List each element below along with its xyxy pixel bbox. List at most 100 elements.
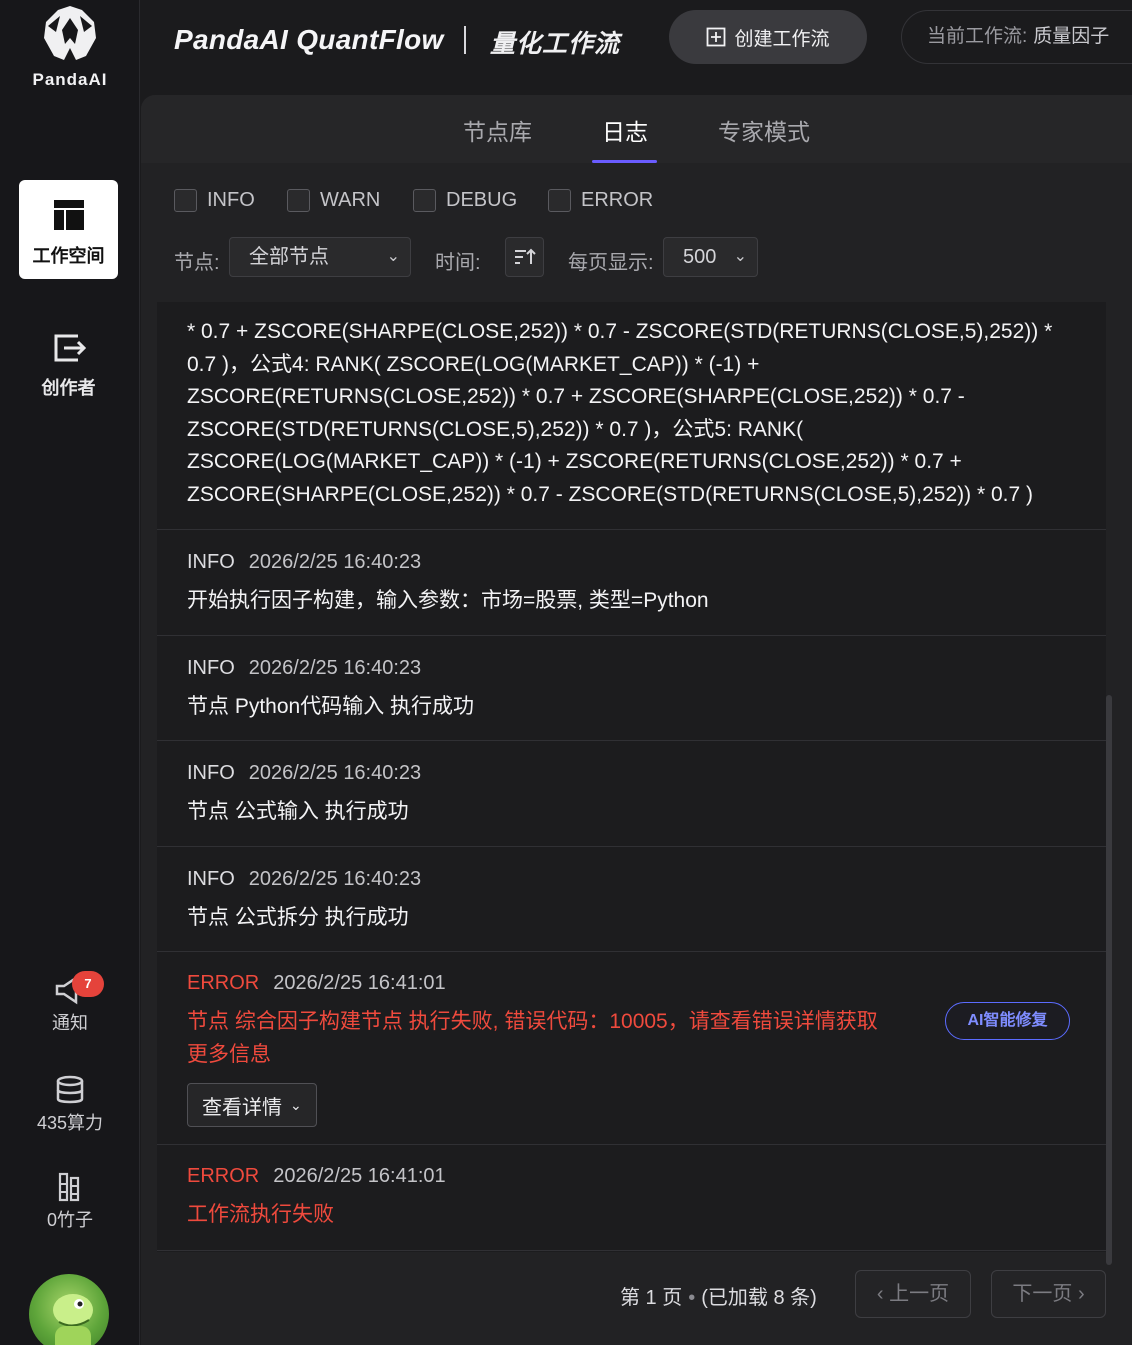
- nav-workspace[interactable]: 工作空间: [19, 180, 118, 279]
- filter-warn-checkbox[interactable]: WARN: [287, 189, 380, 212]
- nav-notify-label: 通知: [52, 1013, 88, 1033]
- chevron-down-icon: ⌄: [733, 248, 747, 265]
- log-level: INFO: [187, 656, 235, 679]
- log-entry: INFO 2026/2/25 16:40:23 节点 公式输入 执行成功: [157, 741, 1106, 847]
- log-entry-continued: * 0.7 + ZSCORE(SHARPE(CLOSE,252)) * 0.7 …: [157, 302, 1106, 530]
- nav-compute[interactable]: 435算力: [0, 1075, 140, 1135]
- next-page-button[interactable]: 下一页 ›: [991, 1270, 1106, 1318]
- pagination-info: 第 1 页 • (已加载 8 条): [620, 1281, 817, 1310]
- ai-fix-button[interactable]: AI智能修复: [945, 1002, 1070, 1040]
- log-message: 节点 公式输入 执行成功: [187, 800, 409, 823]
- chevron-down-icon: ⌄: [386, 248, 400, 265]
- nav-notify[interactable]: 7 通知: [0, 971, 140, 1035]
- bamboo-icon: [58, 1172, 80, 1202]
- page-size-value: 500: [683, 246, 717, 268]
- log-time: 2026/2/25 16:40:23: [248, 762, 422, 784]
- layout-icon: [53, 200, 84, 230]
- filter-info-label: INFO: [207, 189, 255, 211]
- node-select[interactable]: 全部节点 ⌄: [229, 237, 411, 277]
- title-divider: [464, 26, 466, 54]
- log-level: ERROR: [187, 972, 260, 994]
- node-filter-label: 节点:: [174, 252, 220, 274]
- filter-debug-checkbox[interactable]: DEBUG: [413, 189, 517, 212]
- log-scrollbar[interactable]: [1106, 695, 1112, 1265]
- app-title: PandaAI QuantFlow: [174, 24, 444, 55]
- log-entry: INFO 2026/2/25 16:40:23 节点 公式拆分 执行成功: [157, 846, 1106, 952]
- filter-warn-label: WARN: [320, 189, 381, 211]
- brand[interactable]: PandaAI: [0, 4, 140, 90]
- log-time: 2026/2/25 16:40:23: [248, 656, 422, 679]
- current-workflow[interactable]: 当前工作流: 质量因子: [901, 10, 1132, 64]
- log-filters: INFO WARN DEBUG ERROR 节点: 全部节点 ⌄ 时间: 每页显…: [141, 163, 1132, 303]
- log-time: 2026/2/25 16:40:23: [248, 551, 422, 573]
- filter-error-checkbox[interactable]: ERROR: [548, 189, 653, 212]
- tab-node-library[interactable]: 节点库: [463, 113, 532, 147]
- log-time: 2026/2/25 16:41:01: [273, 1165, 446, 1187]
- panda-logo-icon: [44, 6, 96, 60]
- nav-creator[interactable]: 创作者: [19, 312, 118, 411]
- log-message: * 0.7 + ZSCORE(SHARPE(CLOSE,252)) * 0.7 …: [187, 320, 1053, 506]
- node-select-value: 全部节点: [249, 246, 329, 268]
- filter-debug-label: DEBUG: [446, 189, 518, 211]
- prev-page-button[interactable]: ‹ 上一页: [855, 1270, 971, 1318]
- nav-workspace-label: 工作空间: [32, 246, 105, 266]
- sort-icon: [514, 248, 536, 264]
- avatar[interactable]: [29, 1274, 109, 1345]
- database-icon: [56, 1075, 84, 1104]
- time-sort-label: 时间:: [435, 252, 481, 274]
- tab-log[interactable]: 日志: [602, 113, 648, 147]
- log-level: INFO: [187, 867, 235, 890]
- log-panel: 节点库 日志 专家模式 INFO WARN DEBUG ERROR 节点: 全部…: [141, 95, 1132, 1345]
- log-entry-error: ERROR 2026/2/25 16:41:01 节点 综合因子构建节点 执行失败…: [157, 952, 1106, 1145]
- app-subtitle: 量化工作流: [490, 30, 621, 58]
- log-message: 节点 公式拆分 执行成功: [187, 905, 409, 929]
- notify-badge: 7: [72, 971, 104, 997]
- export-icon: [54, 334, 86, 362]
- time-sort-button[interactable]: [505, 237, 544, 277]
- log-level: INFO: [187, 762, 235, 784]
- avatar-dino-image: [53, 1294, 93, 1345]
- view-details-button[interactable]: 查看详情 ⌄: [187, 1083, 317, 1127]
- prev-page-label: 上一页: [889, 1283, 950, 1305]
- plus-square-icon: [707, 27, 726, 47]
- tab-expert-mode[interactable]: 专家模式: [718, 113, 810, 147]
- log-message: 开始执行因子构建，输入参数：市场=股票, 类型=Python: [187, 589, 709, 612]
- create-workflow-button[interactable]: 创建工作流: [669, 10, 867, 64]
- checkbox-box: [413, 189, 436, 212]
- log-level: ERROR: [187, 1165, 260, 1187]
- log-message: 节点 综合因子构建节点 执行失败, 错误代码：10005，请查看错误详情获取更多…: [187, 1010, 878, 1066]
- nav-compute-label: 435算力: [36, 1113, 104, 1133]
- page-size-label: 每页显示:: [568, 252, 654, 274]
- log-entry-error: ERROR 2026/2/25 16:41:01 工作流执行失败: [157, 1145, 1106, 1251]
- checkbox-box: [548, 189, 571, 212]
- checkbox-box: [174, 189, 197, 212]
- log-level: INFO: [187, 551, 235, 573]
- nav-bamboo[interactable]: 0竹子: [0, 1172, 140, 1232]
- log-entry: INFO 2026/2/25 16:40:23 开始执行因子构建，输入参数：市场=…: [157, 530, 1106, 636]
- page-number: 第 1 页: [620, 1287, 683, 1309]
- filter-info-checkbox[interactable]: INFO: [174, 189, 255, 212]
- page-size-select[interactable]: 500 ⌄: [663, 237, 758, 277]
- chevron-down-icon: ⌄: [290, 1096, 302, 1113]
- nav-creator-label: 创作者: [41, 378, 96, 398]
- log-message: 节点 Python代码输入 执行成功: [187, 694, 475, 718]
- panel-tabs: 节点库 日志 专家模式: [141, 95, 1132, 163]
- brand-name: PandaAI: [32, 70, 108, 89]
- view-details-label: 查看详情: [202, 1096, 282, 1119]
- current-workflow-value: 质量因子: [1033, 26, 1110, 47]
- chevron-left-icon: ‹: [876, 1283, 884, 1305]
- checkbox-box: [287, 189, 310, 212]
- next-page-label: 下一页: [1012, 1283, 1073, 1305]
- nav-bamboo-label: 0竹子: [46, 1210, 93, 1230]
- chevron-right-icon: ›: [1077, 1283, 1085, 1305]
- log-time: 2026/2/25 16:40:23: [248, 867, 422, 890]
- log-message: 工作流执行失败: [187, 1203, 334, 1226]
- create-workflow-label: 创建工作流: [734, 28, 830, 50]
- current-workflow-label: 当前工作流:: [927, 26, 1028, 47]
- log-time: 2026/2/25 16:41:01: [273, 972, 446, 994]
- log-list[interactable]: * 0.7 + ZSCORE(SHARPE(CLOSE,252)) * 0.7 …: [157, 302, 1106, 1252]
- separator-dot: •: [688, 1287, 696, 1309]
- filter-error-label: ERROR: [581, 189, 654, 211]
- log-entry: INFO 2026/2/25 16:40:23 节点 Python代码输入 执行成…: [157, 635, 1106, 741]
- top-header: PandaAI QuantFlow 量化工作流 创建工作流 当前工作流: 质量因子: [141, 0, 1132, 94]
